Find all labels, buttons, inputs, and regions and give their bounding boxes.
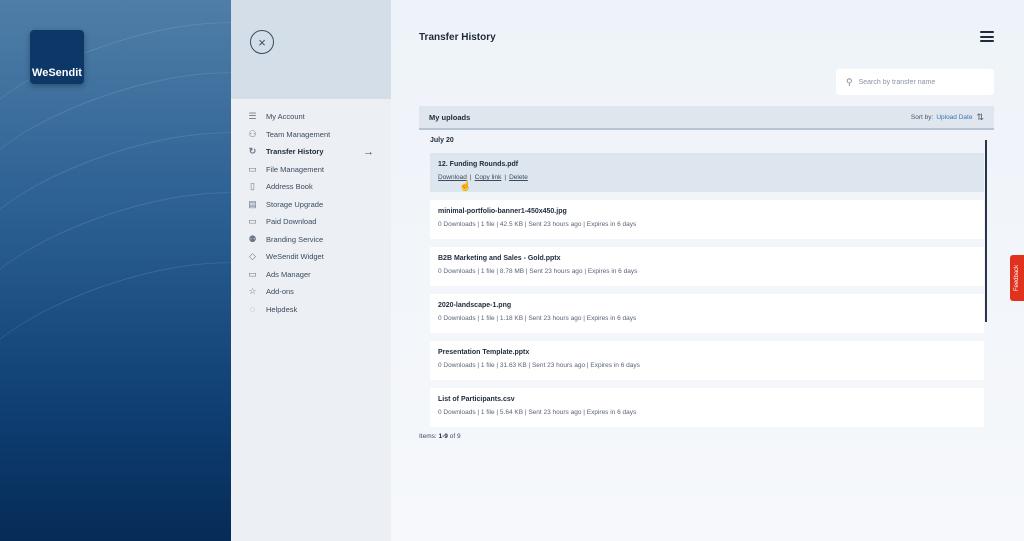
sort-label: Sort by: — [910, 113, 934, 121]
sidebar-item-label: Branding Service — [266, 234, 324, 244]
table-row[interactable]: 2020-landscape-1.png 0 Downloads | 1 file… — [430, 294, 984, 333]
table-row[interactable]: minimal-portfolio-banner1-450x450.jpg 0 D… — [430, 200, 984, 239]
sidebar-item-branding-service[interactable]: ⚉ Branding Service — [231, 231, 391, 249]
file-meta: 0 Downloads | 1 file | 5.64 KB | Sent 23… — [438, 409, 637, 416]
items-count: Items: 1-9 of 9 — [419, 433, 461, 440]
close-icon[interactable]: × — [250, 30, 274, 54]
uploads-title: My uploads — [429, 112, 471, 122]
file-name: 12. Funding Rounds.pdf — [438, 161, 519, 168]
table-row[interactable]: B2B Marketing and Sales - Gold.pptx 0 Dow… — [430, 247, 984, 286]
table-row[interactable]: 12. Funding Rounds.pdf Download | Copy link… — [430, 153, 984, 192]
feedback-label: Feedback — [1014, 264, 1021, 292]
sort-control[interactable]: Sort by: Upload Date ⇅ — [911, 112, 984, 123]
sidebar-item-label: Paid Download — [266, 217, 317, 227]
sidebar-item-my-account[interactable]: ☰ My Account — [231, 108, 391, 126]
sidebar-item-label: Team Management — [266, 129, 331, 139]
sidebar-item-helpdesk[interactable]: ◌ Helpdesk — [231, 301, 391, 319]
star-icon: ☆ — [248, 286, 257, 297]
search-box: ⚲ — [836, 69, 994, 95]
delete-link[interactable]: Delete — [509, 174, 528, 181]
branding-icon: ⚉ — [248, 233, 257, 244]
list-scrollbar[interactable] — [985, 140, 987, 322]
row-actions: Download | Copy link | Delete — [438, 174, 976, 181]
address-book-icon: ▯ — [250, 181, 255, 192]
search-icon: ⚲ — [846, 76, 853, 87]
account-nav-panel: × ☰ My Account ⚇ Team Management ↻ Transfer H… — [231, 0, 391, 541]
team-icon: ⚇ — [248, 128, 257, 139]
file-meta: 0 Downloads | 1 file | 31.63 KB | Sent 2… — [438, 362, 640, 369]
sidebar-item-label: File Management — [266, 164, 324, 174]
sidebar-item-label: Storage Upgrade — [266, 199, 324, 209]
main-content: Transfer History ⚲ My uploads Sort by: U… — [391, 0, 1024, 541]
mouse-cursor-icon: ☝ — [459, 181, 472, 192]
ads-icon: ▭ — [248, 268, 257, 279]
sort-value[interactable]: Upload Date — [936, 114, 972, 121]
sidebar-item-label: Transfer History — [266, 147, 324, 157]
sidebar-item-storage-upgrade[interactable]: ▤ Storage Upgrade — [231, 196, 391, 214]
file-meta: 0 Downloads | 1 file | 42.5 KB | Sent 23… — [438, 221, 637, 228]
sidebar-item-paid-download[interactable]: ▭ Paid Download — [231, 213, 391, 231]
table-row[interactable]: Presentation Template.pptx 0 Downloads | … — [430, 341, 984, 380]
file-name: 2020-landscape-1.png — [438, 302, 512, 309]
paid-download-icon: ▭ — [248, 216, 257, 227]
sidebar-item-label: My Account — [266, 112, 305, 122]
table-row[interactable]: List of Participants.csv 0 Downloads | 1 … — [430, 388, 984, 427]
file-name: B2B Marketing and Sales - Gold.pptx — [438, 255, 561, 262]
sidebar-item-team-management[interactable]: ⚇ Team Management — [231, 126, 391, 144]
chat-icon: ◌ — [249, 304, 256, 315]
feedback-tab[interactable]: Feedback — [1010, 255, 1024, 301]
sidebar-item-wesendit-widget[interactable]: ◇ WeSendit Widget — [231, 248, 391, 266]
sidebar-item-label: Address Book — [266, 182, 313, 192]
sidebar-item-label: Ads Manager — [266, 269, 311, 279]
download-link[interactable]: Download — [438, 174, 467, 181]
widget-tag-icon: ◇ — [249, 251, 256, 262]
sidebar-item-transfer-history[interactable]: ↻ Transfer History → — [231, 143, 391, 161]
account-list-icon: ☰ — [248, 111, 257, 122]
page-title: Transfer History — [419, 32, 496, 43]
uploads-header: My uploads Sort by: Upload Date ⇅ — [419, 106, 994, 130]
nav-list: ☰ My Account ⚇ Team Management ↻ Transfer His… — [231, 99, 391, 318]
date-group-label: July 20 — [430, 137, 454, 144]
brand-panel: WeSendit — [0, 0, 231, 541]
separator: | — [504, 174, 507, 181]
sidebar-item-add-ons[interactable]: ☆ Add-ons — [231, 283, 391, 301]
file-name: List of Participants.csv — [438, 396, 515, 403]
folder-icon: ▭ — [248, 163, 257, 174]
upload-list: 12. Funding Rounds.pdf Download | Copy link… — [430, 153, 984, 435]
sidebar-item-address-book[interactable]: ▯ Address Book — [231, 178, 391, 196]
file-name: Presentation Template.pptx — [438, 349, 530, 356]
file-meta: 0 Downloads | 1 file | 1.18 KB | Sent 23… — [438, 315, 637, 322]
hamburger-menu-icon[interactable] — [980, 31, 994, 42]
sidebar-item-file-management[interactable]: ▭ File Management — [231, 161, 391, 179]
copy-link-link[interactable]: Copy link — [475, 174, 502, 181]
search-input[interactable] — [858, 78, 979, 86]
arrow-right-icon: → — [363, 145, 374, 158]
wesendit-logo[interactable]: WeSendit — [30, 30, 84, 84]
file-name: minimal-portfolio-banner1-450x450.jpg — [438, 208, 567, 215]
sidebar-item-label: Add-ons — [266, 287, 294, 297]
history-icon: ↻ — [248, 146, 257, 157]
separator: | — [469, 174, 472, 181]
sidebar-item-label: Helpdesk — [266, 304, 298, 314]
storage-icon: ▤ — [248, 198, 257, 209]
logo-text: WeSendit — [32, 67, 82, 79]
sidebar-item-label: WeSendit Widget — [266, 252, 324, 262]
sort-arrows-icon[interactable]: ⇅ — [976, 112, 984, 123]
sidebar-item-ads-manager[interactable]: ▭ Ads Manager — [231, 266, 391, 284]
nav-header: × — [231, 0, 391, 99]
file-meta: 0 Downloads | 1 file | 8.78 MB | Sent 23… — [438, 268, 638, 275]
